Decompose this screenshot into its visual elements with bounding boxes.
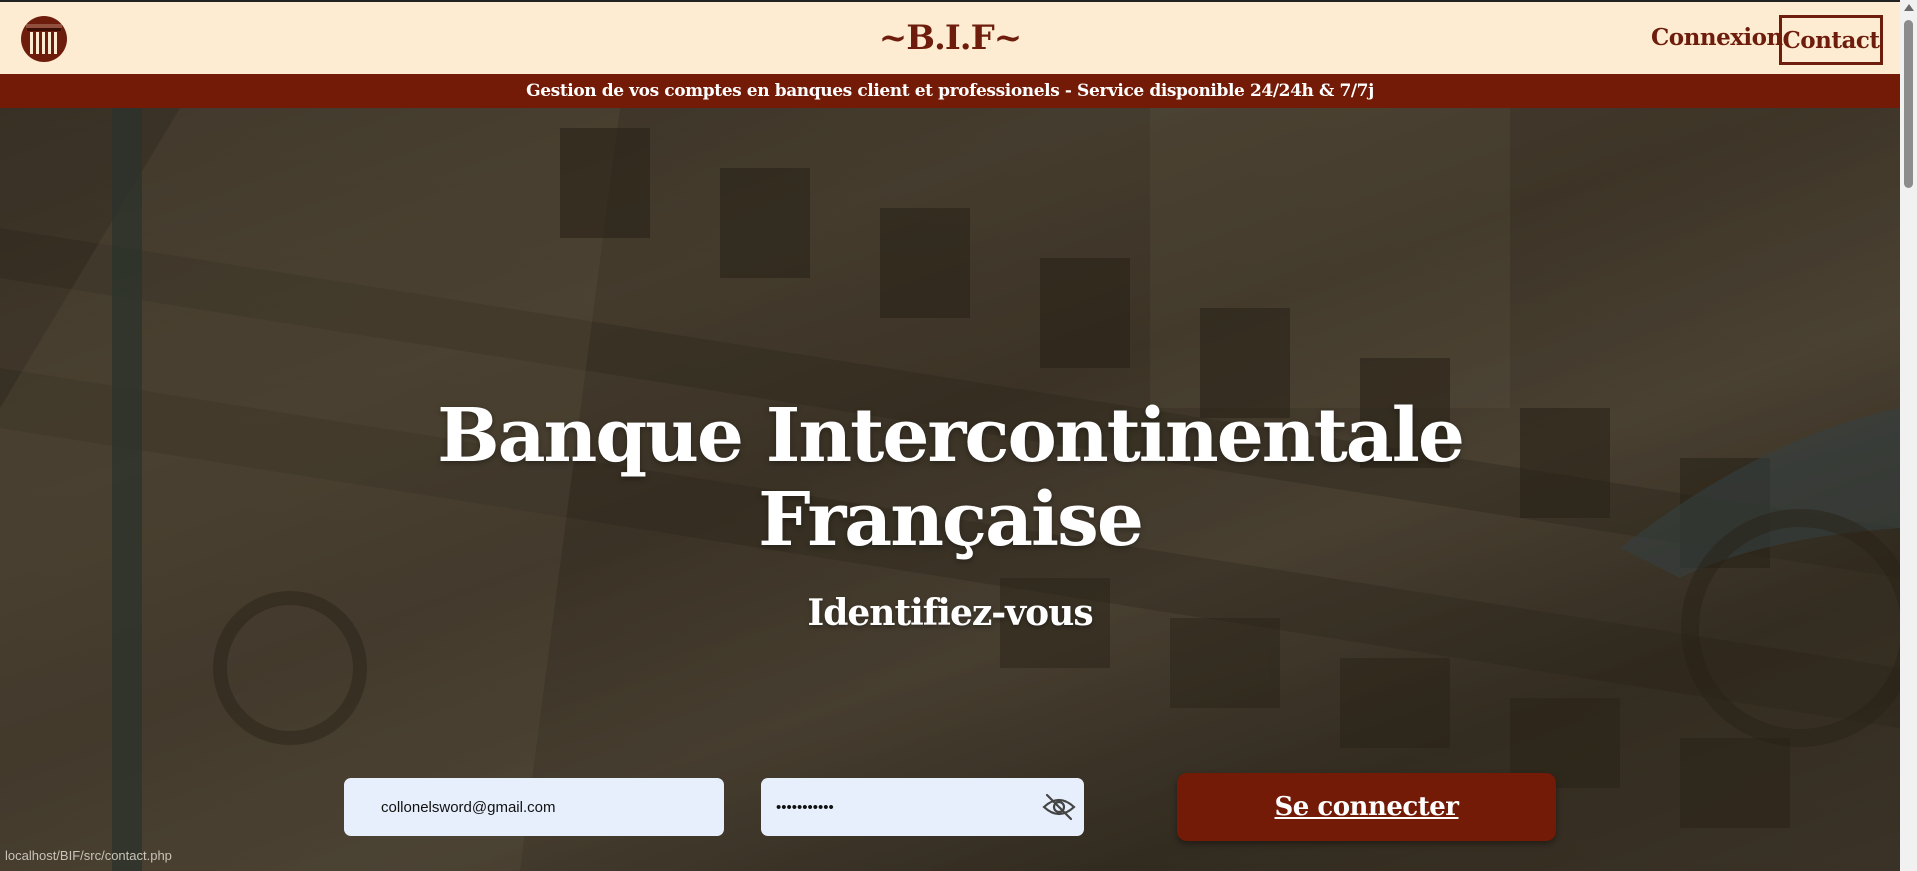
login-heading: Identifiez-vous	[807, 592, 1093, 634]
top-navbar: ~B.I.F~ Connexion Contact	[0, 0, 1900, 74]
scroll-up-arrow-icon[interactable]	[1904, 4, 1914, 11]
login-button[interactable]: Se connecter	[1177, 773, 1556, 841]
password-field[interactable]	[761, 778, 1031, 836]
info-banner: Gestion de vos comptes en banques client…	[0, 74, 1900, 108]
hero-title-line-2: Française	[758, 477, 1144, 563]
brand-link[interactable]: ~B.I.F~	[879, 18, 1022, 58]
hero-title: Banque Intercontinentale Française	[0, 394, 1900, 562]
eye-slash-icon[interactable]	[1042, 791, 1076, 823]
nav-contact-link[interactable]: Contact	[1779, 15, 1883, 65]
vertical-scrollbar[interactable]	[1900, 0, 1917, 871]
password-field-wrapper	[761, 778, 1084, 836]
hero-title-line-1: Banque Intercontinentale	[437, 393, 1465, 479]
nav-connexion-link[interactable]: Connexion	[1651, 24, 1783, 51]
brand-title: ~B.I.F~	[0, 18, 1900, 58]
email-field[interactable]	[344, 778, 724, 836]
hero-section: Banque Intercontinentale Française	[0, 108, 1900, 871]
scrollbar-thumb[interactable]	[1904, 20, 1913, 188]
status-bar-url: localhost/BIF/src/contact.php	[5, 848, 172, 863]
